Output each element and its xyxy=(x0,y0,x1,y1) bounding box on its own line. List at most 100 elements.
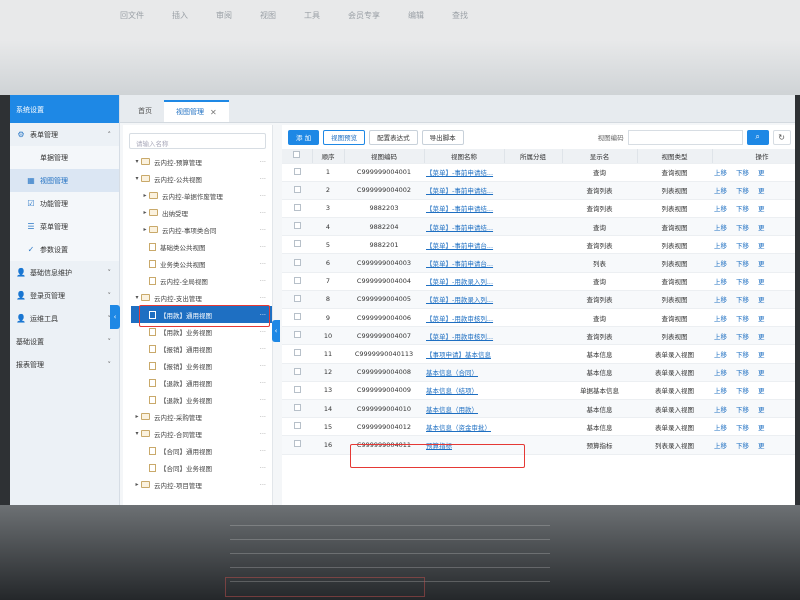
menu-item[interactable]: 基础设置 ˅ xyxy=(10,330,119,353)
tree-item[interactable]: 【合同】通用视图 ··· xyxy=(123,442,272,459)
collapse-arrow-icon[interactable]: ▸ xyxy=(141,209,149,216)
move-down-link[interactable]: 下移 xyxy=(736,333,749,341)
row-checkbox[interactable] xyxy=(293,185,301,193)
tree-item[interactable]: ▸ 云内控-事项类合同 ··· xyxy=(123,221,272,238)
row-checkbox[interactable] xyxy=(293,276,301,284)
tree-item[interactable]: ▸ 出纳受理 ··· xyxy=(123,204,272,221)
more-icon[interactable]: ··· xyxy=(260,243,266,251)
view-name-link[interactable]: 基本信息（用款） xyxy=(424,399,504,419)
view-name-link[interactable]: 【事项申请】基本信息 xyxy=(424,344,504,364)
collapse-tree-button[interactable]: ‹ xyxy=(272,320,280,342)
tree-item[interactable]: 【报销】通用视图 ··· xyxy=(123,340,272,357)
more-link[interactable]: 更 xyxy=(758,369,765,377)
row-checkbox[interactable] xyxy=(293,203,301,211)
more-icon[interactable]: ··· xyxy=(260,192,266,200)
move-down-link[interactable]: 下移 xyxy=(736,387,749,395)
move-up-link[interactable]: 上移 xyxy=(714,169,727,177)
add-button[interactable]: 添 加 xyxy=(288,129,320,145)
view-name-link[interactable]: 【菜单】-用款录入列... xyxy=(424,272,504,291)
view-name-link[interactable]: 【菜单】-事前申请结... xyxy=(424,217,504,237)
row-checkbox[interactable] xyxy=(293,404,301,412)
move-up-link[interactable]: 上移 xyxy=(714,442,727,450)
view-name-link[interactable]: 【菜单】-用款录入列... xyxy=(424,290,504,310)
tree-item[interactable]: 【合同】业务视图 ··· xyxy=(123,459,272,476)
table-row[interactable]: 10 C999999004007 【菜单】-用款审核列... 查询列表 列表视图 上移 下移… xyxy=(282,326,795,346)
table-row[interactable]: 7 C999999004004 【菜单】-用款录入列... 查询 查询视图 上移 下移 更 xyxy=(282,272,795,291)
menu-item[interactable]: ▦ 视图管理 xyxy=(10,169,119,192)
more-icon[interactable]: ··· xyxy=(260,260,266,268)
system-settings-header[interactable]: 系统设置 xyxy=(10,95,119,123)
move-down-link[interactable]: 下移 xyxy=(736,224,749,232)
more-icon[interactable]: ··· xyxy=(260,311,266,319)
tree-item[interactable]: 业务类公共视图 ··· xyxy=(123,255,272,272)
menu-item[interactable]: ☰ 菜单管理 xyxy=(10,215,119,238)
tree-item[interactable]: ▸ 云内控-采购管理 ··· xyxy=(123,408,272,425)
more-link[interactable]: 更 xyxy=(758,387,765,395)
move-down-link[interactable]: 下移 xyxy=(736,406,749,414)
search-button[interactable]: ⌕ xyxy=(746,129,769,145)
row-checkbox[interactable] xyxy=(293,294,301,302)
tree-item[interactable]: 【退款】业务视图 ··· xyxy=(123,391,272,408)
more-icon[interactable]: ··· xyxy=(260,447,266,455)
view-name-link[interactable]: 【菜单】-事前申请台... xyxy=(424,253,504,273)
menu-item[interactable]: ⚙ 表单管理 ˄ xyxy=(10,123,119,146)
more-icon[interactable]: ··· xyxy=(260,226,266,234)
table-row[interactable]: 6 C999999004003 【菜单】-事前申请台... 列表 列表视图 上移 下移 更 xyxy=(282,253,795,273)
menu-item[interactable]: 👤 登录页管理 ˅ xyxy=(10,284,119,307)
more-link[interactable]: 更 xyxy=(758,187,765,195)
more-link[interactable]: 更 xyxy=(758,242,765,250)
move-up-link[interactable]: 上移 xyxy=(714,296,727,304)
view-name-link[interactable]: 基本信息（资金审批） xyxy=(424,417,504,437)
move-down-link[interactable]: 下移 xyxy=(736,296,749,304)
move-down-link[interactable]: 下移 xyxy=(736,278,749,286)
tab-view-management[interactable]: 视图管理 ✕ xyxy=(164,100,229,122)
row-checkbox[interactable] xyxy=(293,440,301,448)
more-link[interactable]: 更 xyxy=(758,278,765,286)
expand-arrow-icon[interactable]: ▾ xyxy=(133,294,141,301)
view-name-link[interactable]: 【菜单】-用款审核列... xyxy=(424,308,504,328)
more-link[interactable]: 更 xyxy=(758,406,765,414)
row-checkbox[interactable] xyxy=(293,331,301,339)
table-row[interactable]: 9 C999999004006 【菜单】-用款审核列... 查询 查询视图 上移 下移 更 xyxy=(282,308,795,328)
tree-item[interactable]: ▸ 云内控-项目管理 ··· xyxy=(123,476,272,493)
row-checkbox[interactable] xyxy=(293,367,301,375)
row-checkbox[interactable] xyxy=(293,167,301,175)
table-row[interactable]: 3 9882203 【菜单】-事前申请结... 查询列表 列表视图 上移 下移 更 xyxy=(282,199,795,219)
table-row[interactable]: 13 C999999004009 基本信息（结项） 单据基本信息 表单录入视图 上移 下移 更 xyxy=(282,381,795,400)
view-preview-button[interactable]: 视图预览 xyxy=(323,129,366,145)
collapse-arrow-icon[interactable]: ▸ xyxy=(141,192,149,199)
table-row[interactable]: 12 C999999004008 基本信息（合同） 基本信息 表单录入视图 上移 下移 更 xyxy=(282,363,795,382)
collapse-menu-button[interactable]: ‹ xyxy=(110,305,120,329)
more-icon[interactable]: ··· xyxy=(260,413,266,421)
view-name-link[interactable]: 【菜单】-事前申请台... xyxy=(424,235,504,255)
more-link[interactable]: 更 xyxy=(758,333,765,341)
view-name-link[interactable]: 【菜单】-事前申请结... xyxy=(424,163,504,182)
collapse-arrow-icon[interactable]: ▸ xyxy=(133,413,141,420)
row-checkbox[interactable] xyxy=(293,385,301,393)
menu-item[interactable]: 👤运维工具˅ xyxy=(10,307,119,330)
more-icon[interactable]: ··· xyxy=(260,481,266,489)
move-up-link[interactable]: 上移 xyxy=(714,278,727,286)
row-checkbox[interactable] xyxy=(293,258,301,266)
more-icon[interactable]: ··· xyxy=(260,328,266,336)
move-down-link[interactable]: 下移 xyxy=(736,315,749,323)
table-row[interactable]: 15 C999999004012 基本信息（资金审批） 基本信息 表单录入视图 上移 下移 更 xyxy=(282,417,795,437)
view-name-link[interactable]: 预算指标 xyxy=(424,435,504,455)
config-expression-button[interactable]: 配置表达式 xyxy=(369,129,418,145)
view-name-link[interactable]: 【菜单】-用款审核列... xyxy=(424,326,504,346)
view-name-link[interactable]: 基本信息（合同） xyxy=(424,363,504,382)
move-down-link[interactable]: 下移 xyxy=(736,260,749,268)
table-row[interactable]: 16 C999999004011 预算指标 预算指标 列表录入视图 上移 下移更 xyxy=(282,435,795,455)
move-up-link[interactable]: 上移 xyxy=(714,424,727,432)
more-icon[interactable]: ··· xyxy=(260,277,266,285)
view-name-link[interactable]: 【菜单】-事前申请结... xyxy=(424,199,504,219)
row-checkbox[interactable] xyxy=(293,422,301,430)
tree-item[interactable]: 【用款】通用视图 ··· xyxy=(131,306,272,323)
move-up-link[interactable]: 上移 xyxy=(714,406,727,414)
tree-item[interactable]: 【用款】业务视图 ··· xyxy=(123,323,272,340)
more-icon[interactable]: ··· xyxy=(260,209,266,217)
move-up-link[interactable]: 上移 xyxy=(714,369,727,377)
more-icon[interactable]: ··· xyxy=(260,345,266,353)
more-link[interactable]: 更 xyxy=(758,442,765,450)
move-up-link[interactable]: 上移 xyxy=(714,242,727,250)
